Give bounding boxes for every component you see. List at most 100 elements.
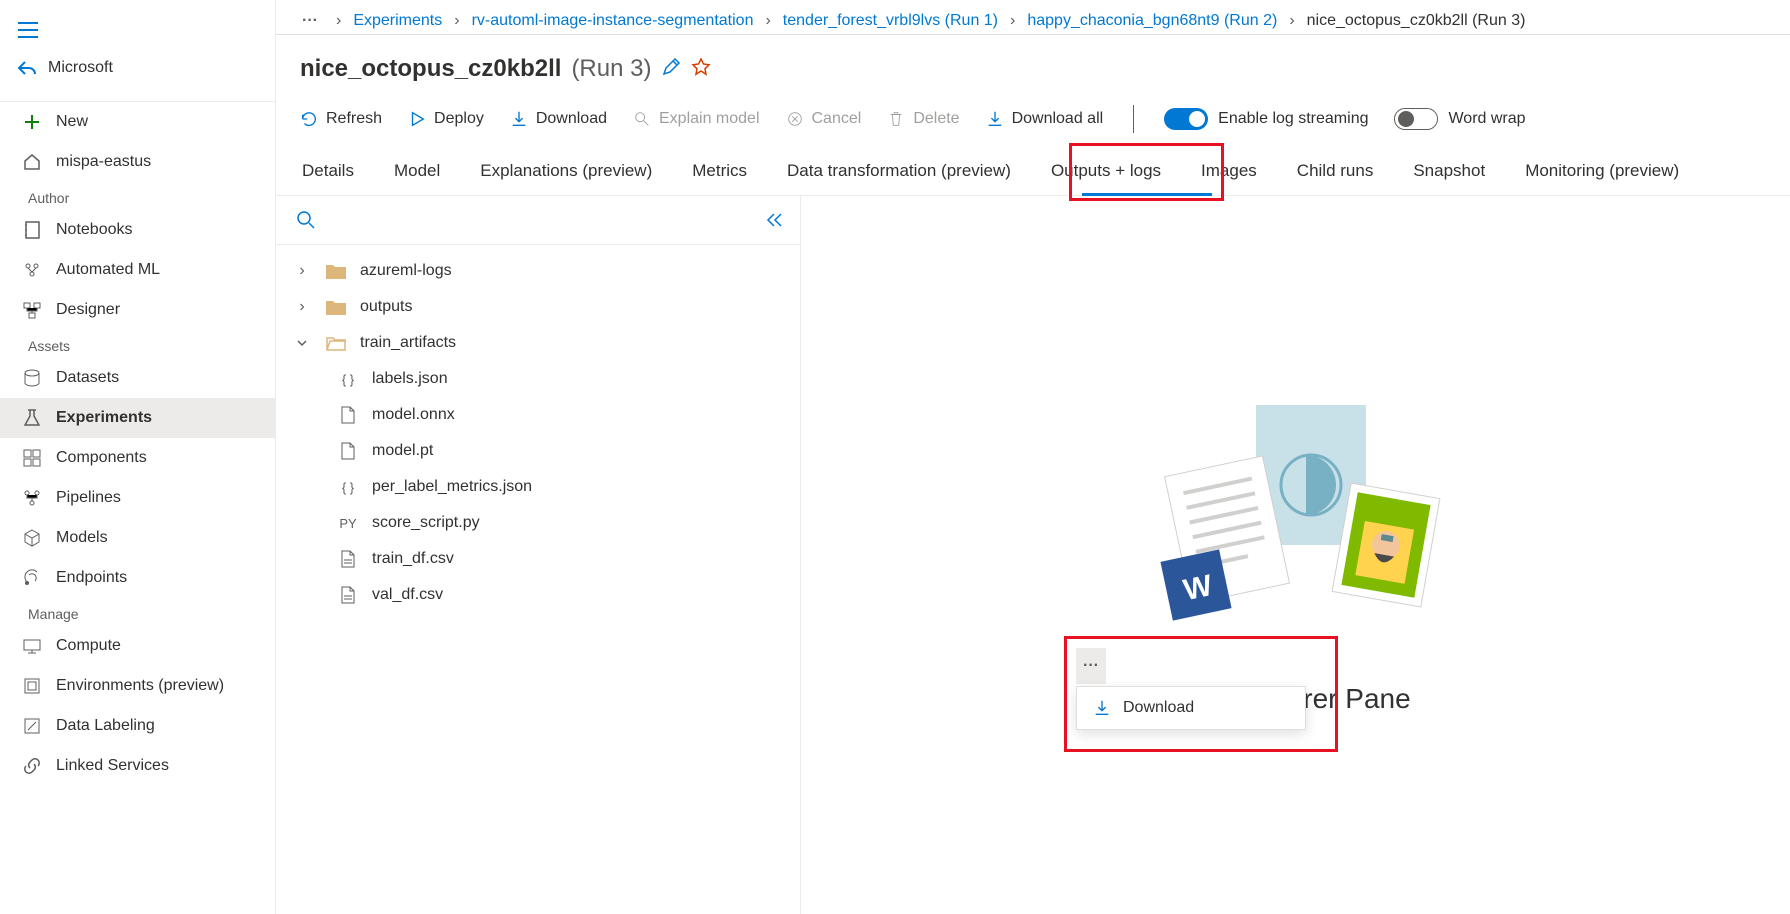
tree-file-per-label-metrics[interactable]: { } per_label_metrics.json [276, 469, 800, 505]
breadcrumb-link[interactable]: tender_forest_vrbl9lvs (Run 1) [783, 12, 998, 30]
chevron-right-icon: › [292, 298, 312, 316]
sidebar-label: Endpoints [56, 569, 127, 587]
page-title-row: nice_octopus_cz0kb2ll (Run 3) [276, 35, 1790, 93]
favorite-star-icon[interactable] [691, 57, 711, 82]
sidebar: Microsoft New mispa-eastus Author Notebo… [0, 0, 276, 914]
sidebar-item-datasets[interactable]: Datasets [0, 358, 275, 398]
context-menu-label: Download [1123, 699, 1194, 717]
tree-label: train_df.csv [372, 550, 454, 568]
tree-label: model.onnx [372, 406, 455, 424]
sidebar-label: Experiments [56, 409, 152, 427]
tree-file-model-pt[interactable]: model.pt [276, 433, 800, 469]
download-button[interactable]: Download [510, 110, 607, 128]
json-icon: { } [338, 477, 358, 497]
sidebar-item-linked[interactable]: Linked Services [0, 746, 275, 786]
collapse-panel-icon[interactable] [764, 210, 784, 230]
trash-icon [887, 110, 905, 128]
download-icon [1093, 699, 1111, 717]
tab-metrics[interactable]: Metrics [690, 147, 749, 195]
more-options-button[interactable]: ··· [1076, 648, 1106, 684]
sidebar-item-components[interactable]: Components [0, 438, 275, 478]
home-icon [22, 152, 42, 172]
word-wrap-toggle[interactable]: Word wrap [1394, 108, 1525, 130]
tab-explanations[interactable]: Explanations (preview) [478, 147, 654, 195]
back-arrow-icon [18, 59, 36, 77]
download-all-button[interactable]: Download all [986, 110, 1104, 128]
toolbar-label: Delete [913, 110, 959, 128]
breadcrumb-link[interactable]: happy_chaconia_bgn68nt9 (Run 2) [1027, 12, 1277, 30]
sidebar-item-pipelines[interactable]: Pipelines [0, 478, 275, 518]
tree-label: azureml-logs [360, 262, 452, 280]
search-icon[interactable] [296, 210, 316, 230]
automl-icon [22, 260, 42, 280]
chevron-right-icon: › [292, 262, 312, 280]
endpoints-icon [22, 568, 42, 588]
empty-state-illustration: W [1136, 395, 1456, 655]
plus-icon [22, 112, 42, 132]
csv-icon [338, 549, 358, 569]
tree-folder-train-artifacts[interactable]: train_artifacts [276, 325, 800, 361]
link-icon [22, 756, 42, 776]
tree-label: val_df.csv [372, 586, 443, 604]
components-icon [22, 448, 42, 468]
breadcrumb-link[interactable]: Experiments [353, 12, 442, 30]
sidebar-label: Datasets [56, 369, 119, 387]
sidebar-item-workspace[interactable]: mispa-eastus [0, 142, 275, 182]
notebook-icon [22, 220, 42, 240]
edit-icon[interactable] [661, 57, 681, 82]
sidebar-label: Automated ML [56, 261, 160, 279]
tree-file-score-script[interactable]: PY score_script.py [276, 505, 800, 541]
sidebar-item-designer[interactable]: Designer [0, 290, 275, 330]
sidebar-label: Components [56, 449, 147, 467]
sidebar-item-experiments[interactable]: Experiments [0, 398, 275, 438]
play-icon [408, 110, 426, 128]
tree-file-labels[interactable]: { } labels.json [276, 361, 800, 397]
sidebar-item-datalabeling[interactable]: Data Labeling [0, 706, 275, 746]
sidebar-label: Environments (preview) [56, 677, 224, 695]
breadcrumb-more[interactable]: ··· [296, 12, 324, 30]
back-link[interactable]: Microsoft [0, 49, 275, 87]
tree-label: labels.json [372, 370, 448, 388]
refresh-button[interactable]: Refresh [300, 110, 382, 128]
sidebar-item-compute[interactable]: Compute [0, 626, 275, 666]
sidebar-item-new[interactable]: New [0, 102, 275, 142]
sidebar-label: Data Labeling [56, 717, 155, 735]
download-icon [986, 110, 1004, 128]
sidebar-item-models[interactable]: Models [0, 518, 275, 558]
tab-model[interactable]: Model [392, 147, 442, 195]
log-streaming-toggle[interactable]: Enable log streaming [1164, 108, 1368, 130]
cancel-icon [786, 110, 804, 128]
tab-snapshot[interactable]: Snapshot [1411, 147, 1487, 195]
context-menu-download[interactable]: Download [1077, 687, 1305, 729]
tab-monitoring[interactable]: Monitoring (preview) [1523, 147, 1681, 195]
tree-file-val-df[interactable]: val_df.csv [276, 577, 800, 613]
deploy-button[interactable]: Deploy [408, 110, 484, 128]
sidebar-item-notebooks[interactable]: Notebooks [0, 210, 275, 250]
tab-details[interactable]: Details [300, 147, 356, 195]
chevron-right-icon: › [448, 12, 465, 30]
tree-folder-outputs[interactable]: › outputs [276, 289, 800, 325]
breadcrumb-link[interactable]: rv-automl-image-instance-segmentation [472, 12, 754, 30]
toolbar-separator [1133, 105, 1134, 133]
sidebar-label: mispa-eastus [56, 153, 151, 171]
download-icon [510, 110, 528, 128]
chevron-right-icon: › [1283, 12, 1300, 30]
tab-images[interactable]: Images [1199, 147, 1259, 195]
tab-child-runs[interactable]: Child runs [1295, 147, 1376, 195]
tree-file-train-df[interactable]: train_df.csv [276, 541, 800, 577]
file-tree-panel: › azureml-logs › outputs train_artifacts… [276, 196, 801, 914]
tree-file-model-onnx[interactable]: model.onnx [276, 397, 800, 433]
tab-outputs-logs[interactable]: Outputs + logs [1049, 147, 1163, 195]
chevron-right-icon: › [330, 12, 347, 30]
tree-label: model.pt [372, 442, 433, 460]
sidebar-item-automl[interactable]: Automated ML [0, 250, 275, 290]
toolbar: Refresh Deploy Download Explain model Ca… [276, 93, 1790, 147]
tree-folder-azureml-logs[interactable]: › azureml-logs [276, 253, 800, 289]
back-label: Microsoft [48, 59, 113, 77]
compute-icon [22, 636, 42, 656]
tab-data-transformation[interactable]: Data transformation (preview) [785, 147, 1013, 195]
explain-model-button: Explain model [633, 110, 760, 128]
sidebar-item-endpoints[interactable]: Endpoints [0, 558, 275, 598]
hamburger-icon[interactable] [0, 16, 275, 49]
sidebar-item-environments[interactable]: Environments (preview) [0, 666, 275, 706]
